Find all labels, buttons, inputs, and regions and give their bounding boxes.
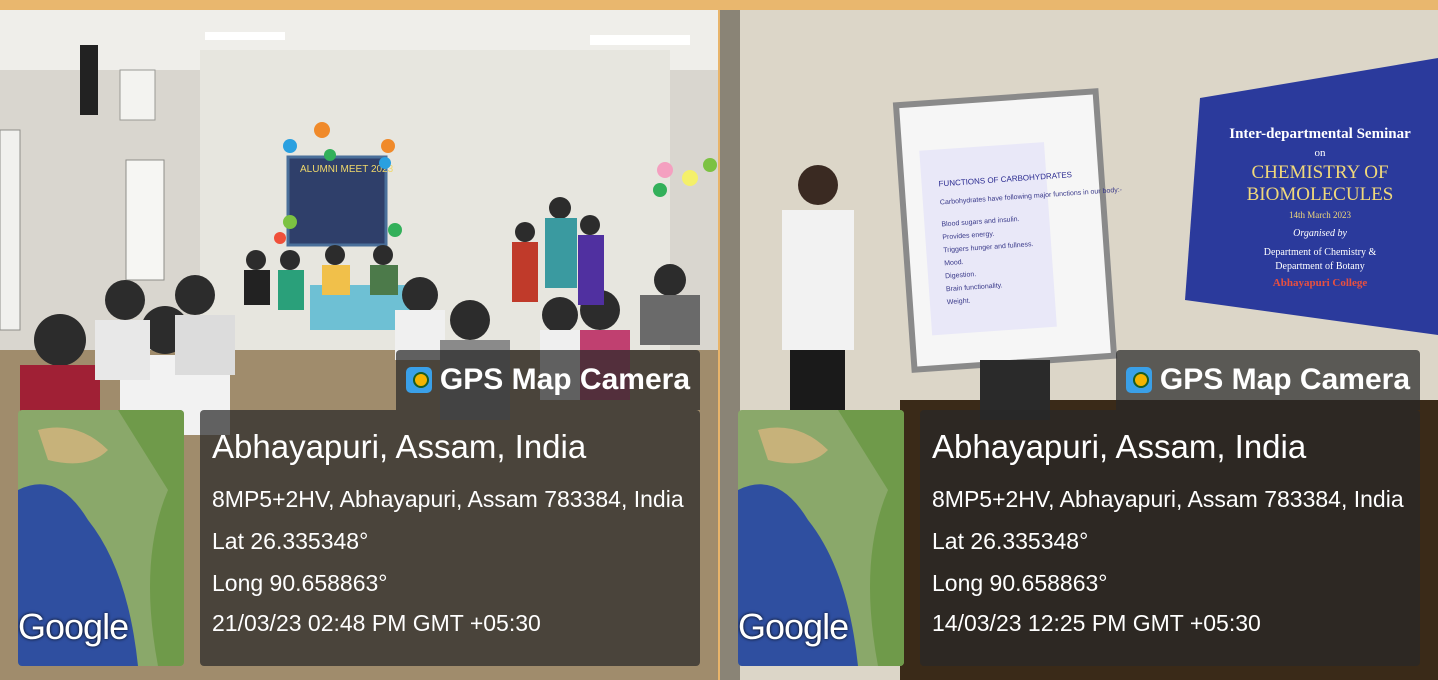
longitude: Long 90.658863°: [932, 570, 1108, 596]
gps-map-camera-icon: [1125, 367, 1152, 393]
gps-info-panel: Abhayapuri, Assam, India 8MP5+2HV, Abhay…: [920, 410, 1420, 666]
banner-line8: Department of Botany: [1275, 261, 1364, 272]
gps-info-panel: Abhayapuri, Assam, India 8MP5+2HV, Abhay…: [200, 410, 700, 666]
place-name: Abhayapuri, Assam, India: [212, 428, 587, 465]
banner-text: ALUMNI MEET 2023: [300, 164, 394, 175]
banner-line9: Abhayapuri College: [1273, 277, 1368, 289]
slide-line: Mood.: [944, 259, 964, 267]
banner-line1: Inter-departmental Seminar: [1229, 126, 1411, 142]
banner-line3: CHEMISTRY OF: [1251, 162, 1388, 183]
mini-map: Google: [18, 410, 184, 666]
google-logo: Google: [18, 606, 129, 647]
latitude: Lat 26.335348°: [932, 528, 1089, 554]
gps-map-camera-tag: GPS Map Camera: [395, 350, 700, 410]
place-name: Abhayapuri, Assam, India: [932, 428, 1307, 465]
gps-map-camera-icon: [405, 367, 432, 393]
banner-line5: 14th March 2023: [1289, 210, 1351, 220]
longitude: Long 90.658863°: [212, 570, 388, 596]
datetime: 21/03/23 02:48 PM GMT +05:30: [212, 610, 541, 636]
address: 8MP5+2HV, Abhayapuri, Assam 783384, Indi…: [932, 486, 1404, 512]
banner-line4: BIOMOLECULES: [1247, 184, 1394, 205]
banner-line2: on: [1315, 147, 1327, 159]
banner-line7: Department of Chemistry &: [1264, 247, 1377, 258]
gps-map-camera-tag: GPS Map Camera: [1115, 350, 1420, 410]
gps-app-name: GPS Map Camera: [1159, 363, 1410, 396]
datetime: 14/03/23 12:25 PM GMT +05:30: [932, 610, 1261, 636]
address: 8MP5+2HV, Abhayapuri, Assam 783384, Indi…: [212, 486, 684, 512]
gps-app-name: GPS Map Camera: [439, 363, 690, 396]
mini-map: Google: [738, 410, 904, 666]
banner-line6: Organised by: [1293, 228, 1347, 239]
google-logo: Google: [738, 606, 849, 647]
top-frame-strip: [0, 0, 1438, 10]
latitude: Lat 26.335348°: [212, 528, 369, 554]
photo-seminar: FUNCTIONS OF CARBOHYDRATES Carbohydrates…: [720, 10, 1438, 680]
photo-alumni-meet: ALUMNI MEET 2023 GPS Map Camera Google A…: [0, 10, 718, 680]
